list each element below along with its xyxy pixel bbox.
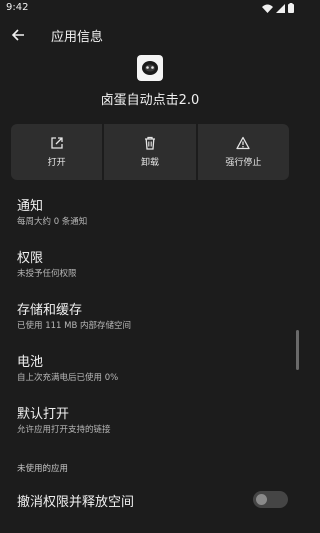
item-subtitle: 每周大约 0 条通知 [17, 217, 88, 227]
arrow-back-icon [11, 29, 24, 41]
list-item-open-by-default[interactable]: 默认打开 允许应用打开支持的链接 [17, 406, 287, 437]
open-external-icon [51, 137, 63, 149]
uninstall-label: 卸载 [140, 158, 159, 168]
action-buttons: 打开 卸载 强行停止 [11, 124, 289, 180]
revoke-permissions-toggle[interactable] [253, 491, 288, 508]
status-icons [262, 3, 294, 13]
open-button[interactable]: 打开 [11, 124, 103, 180]
item-title: 默认打开 [17, 407, 70, 422]
scrollbar[interactable] [296, 330, 299, 370]
item-subtitle: 已使用 111 MB 内部存储空间 [17, 321, 131, 331]
app-logo-icon [142, 61, 158, 75]
list-item-storage[interactable]: 存储和缓存 已使用 111 MB 内部存储空间 [17, 302, 287, 333]
revoke-permissions-label: 撤消权限并释放空间 [17, 495, 135, 510]
list-item-notifications[interactable]: 通知 每周大约 0 条通知 [17, 198, 287, 229]
item-title: 电池 [17, 355, 44, 370]
app-bar: 应用信息 [0, 16, 300, 54]
item-title: 权限 [17, 251, 44, 266]
status-bar: 9:42 [0, 0, 300, 16]
force-stop-label: 强行停止 [225, 158, 262, 168]
app-name: 卤蛋自动点击2.0 [100, 93, 200, 108]
uninstall-button[interactable]: 卸载 [104, 124, 196, 180]
item-subtitle: 未授予任何权限 [17, 269, 77, 279]
force-stop-button[interactable]: 强行停止 [197, 124, 289, 180]
battery-icon [288, 3, 294, 13]
trash-icon [144, 136, 155, 150]
list-item-battery[interactable]: 电池 自上次充满电后已使用 0% [17, 354, 287, 385]
toggle-knob [256, 494, 267, 505]
signal-icon [276, 3, 285, 13]
page-title: 应用信息 [51, 30, 104, 45]
section-header-unused-apps: 未使用的应用 [17, 464, 69, 474]
item-title: 通知 [17, 199, 44, 214]
item-title: 存储和缓存 [17, 303, 83, 318]
wifi-icon [262, 4, 273, 13]
list-item-permissions[interactable]: 权限 未授予任何权限 [17, 250, 287, 281]
open-label: 打开 [47, 158, 66, 168]
back-button[interactable] [8, 25, 28, 45]
item-subtitle: 允许应用打开支持的链接 [17, 425, 111, 435]
app-icon [137, 55, 163, 81]
item-subtitle: 自上次充满电后已使用 0% [17, 373, 119, 383]
warning-icon [236, 136, 250, 150]
status-time: 9:42 [6, 2, 29, 13]
